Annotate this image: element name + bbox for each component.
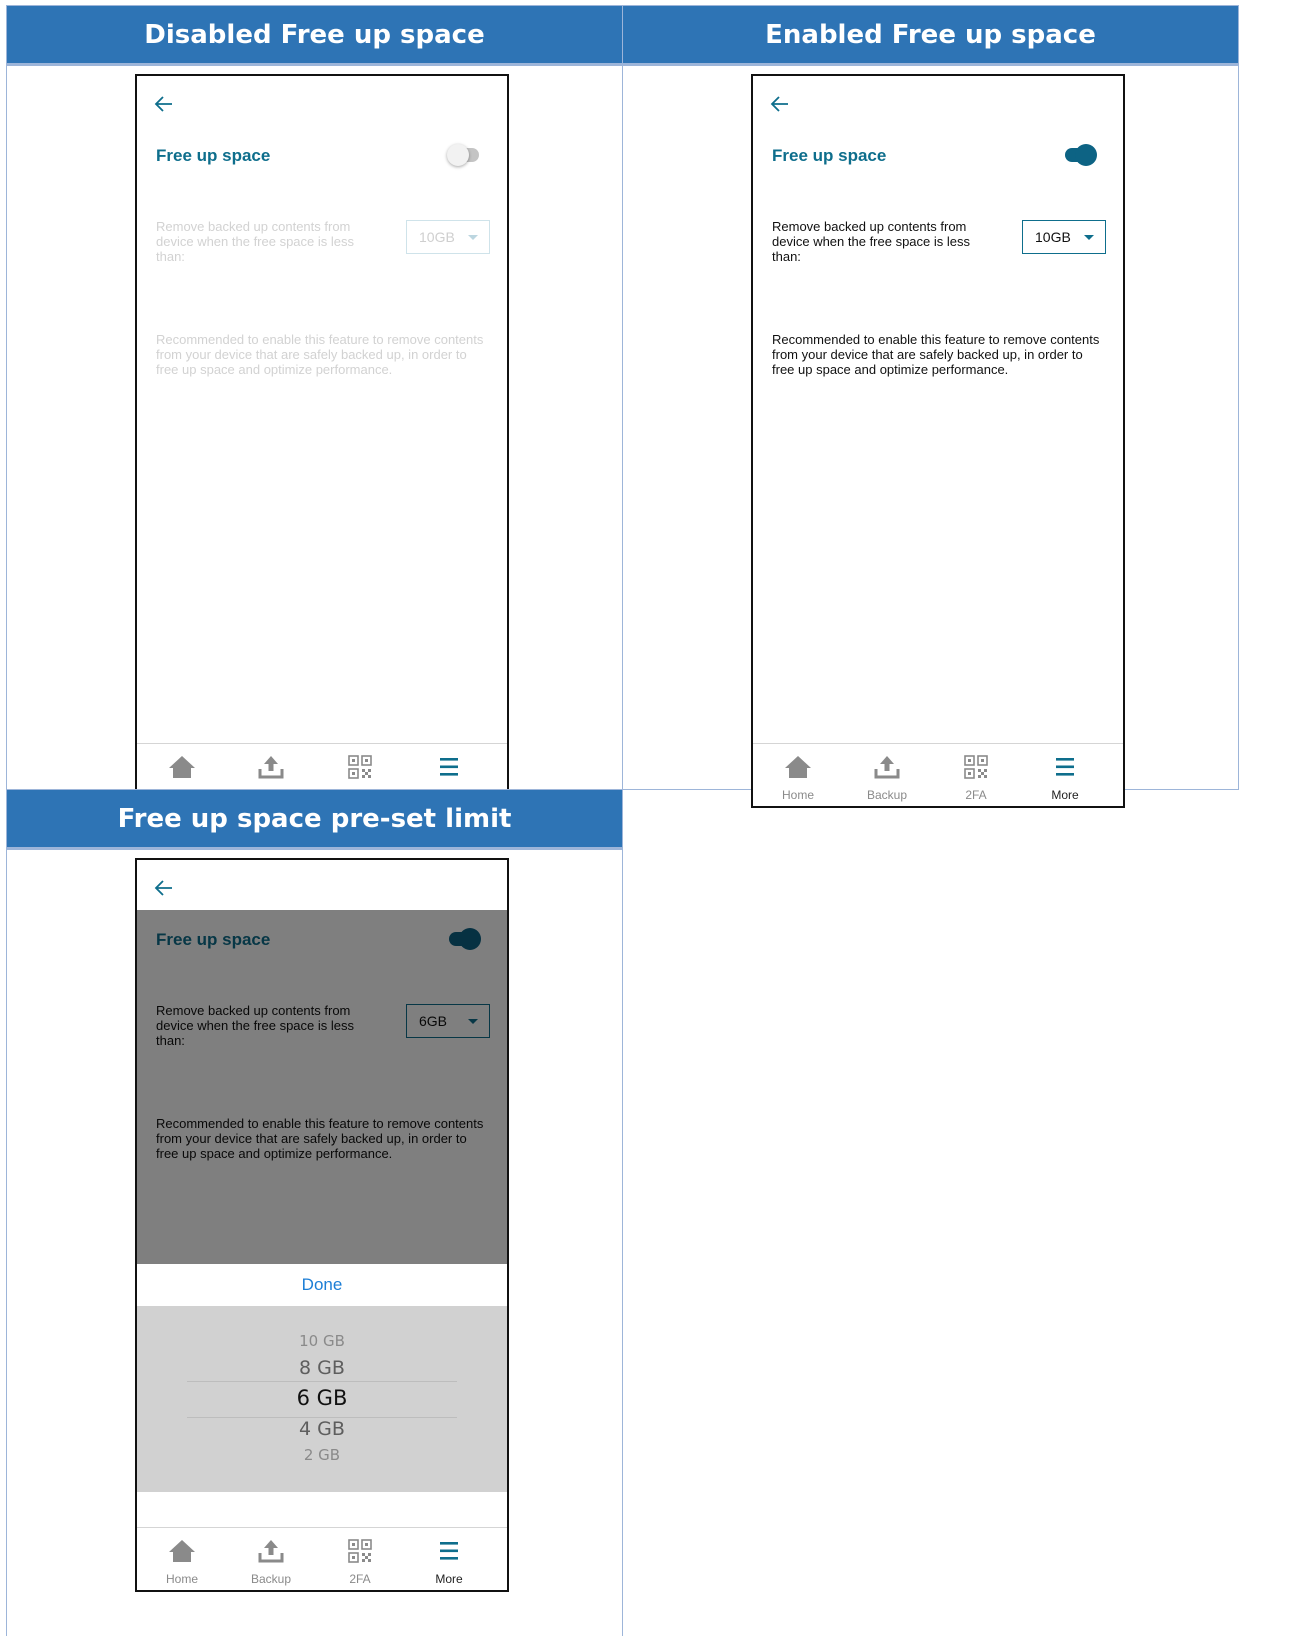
nav-label-more: More [1051,788,1079,802]
panel-enabled: Enabled Free up space Free up space Remo… [622,5,1239,808]
qr-code-icon [348,1539,372,1563]
free-up-space-toggle[interactable] [447,144,479,166]
limit-dropdown[interactable]: 10GB [1022,220,1106,254]
toggle-knob [1075,144,1097,166]
panel-header: Disabled Free up space [7,6,622,66]
picker-option[interactable]: 4 GB [137,1418,507,1440]
panel-preset: Free up space pre-set limit Free up spac… [6,789,623,1636]
picker-option-selected[interactable]: 6 GB [137,1386,507,1410]
bottom-nav: Home Backup 2FA More [753,743,1123,806]
nav-label-backup: Backup [866,788,908,802]
picker-option[interactable]: 2 GB [137,1446,507,1464]
home-icon [169,1540,195,1562]
qr-code-icon [348,755,372,779]
nav-label-home: Home [781,788,814,802]
recommendation-note: Recommended to enable this feature to re… [156,332,484,377]
nav-label-2fa: 2FA [349,1572,371,1586]
toggle-knob [447,144,469,166]
page-title: Free up space [156,146,271,165]
menu-icon [440,1542,458,1560]
dropdown-caret-icon [468,235,478,240]
upload-icon [258,756,284,779]
home-icon [785,756,811,778]
nav-item-backup[interactable]: Backup [852,744,922,806]
nav-label-home: Home [165,1572,198,1586]
nav-label-backup: Backup [250,1572,292,1586]
size-picker[interactable]: 10 GB 8 GB 6 GB 4 GB 2 GB [137,1306,507,1492]
limit-description: Remove backed up contents from device wh… [772,219,970,264]
upload-icon [258,1540,284,1563]
nav-item-backup[interactable]: Backup [236,1528,306,1590]
phone-screen-preset: Free up space Remove backed up contents … [135,858,509,1592]
limit-value: 10GB [1035,229,1071,245]
limit-dropdown[interactable]: 10GB [406,220,490,254]
nav-label-2fa: 2FA [965,788,987,802]
back-arrow-icon[interactable] [153,94,175,114]
nav-item-more[interactable]: More [414,1528,484,1590]
picker-selection-line [187,1381,457,1382]
menu-icon [440,758,458,776]
limit-value: 10GB [419,229,455,245]
panel-header: Free up space pre-set limit [7,790,622,850]
picker-option[interactable]: 10 GB [137,1332,507,1350]
dropdown-caret-icon [1084,235,1094,240]
picker-option[interactable]: 8 GB [137,1357,507,1379]
nav-item-home[interactable]: Home [147,1528,217,1590]
phone-screen-enabled: Free up space Remove backed up contents … [751,74,1125,808]
phone-screen-disabled: Free up space Remove backed up contents … [135,74,509,808]
free-up-space-toggle[interactable] [1065,144,1097,166]
back-arrow-icon[interactable] [769,94,791,114]
menu-icon [1056,758,1074,776]
nav-item-2fa[interactable]: 2FA [325,1528,395,1590]
qr-code-icon [964,755,988,779]
nav-item-2fa[interactable]: 2FA [941,744,1011,806]
panel-header: Enabled Free up space [623,6,1238,66]
upload-icon [874,756,900,779]
panel-disabled: Disabled Free up space Free up space Rem… [6,5,623,808]
picker-done-button[interactable]: Done [137,1264,507,1306]
modal-backdrop[interactable] [137,910,507,1264]
recommendation-note: Recommended to enable this feature to re… [772,332,1100,377]
nav-label-more: More [435,1572,463,1586]
home-icon [169,756,195,778]
nav-item-home[interactable]: Home [763,744,833,806]
back-arrow-icon[interactable] [153,878,175,898]
nav-item-more[interactable]: More [1030,744,1100,806]
page-title: Free up space [772,146,887,165]
bottom-nav: Home Backup 2FA More [137,1527,507,1590]
limit-description: Remove backed up contents from device wh… [156,219,354,264]
